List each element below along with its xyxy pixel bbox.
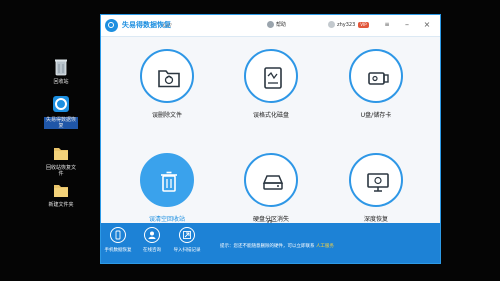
- footer-button-label: 在线咨询: [143, 248, 161, 253]
- footer-notice-text: 提示：您还不能随意删除的硬件，可以立即联系: [220, 244, 315, 249]
- usb-drive-icon: [368, 72, 389, 85]
- desktop-icon-label: 回收站: [53, 79, 69, 85]
- tile-label: 误清空回收站: [148, 216, 185, 223]
- desktop-icon-label: 回收站恢复文件: [45, 165, 76, 177]
- monitor-icon: [367, 173, 389, 192]
- tile-formatted-disk[interactable]: 误格式化磁盘: [232, 49, 310, 119]
- close-button[interactable]: ×: [422, 20, 432, 30]
- desktop-icon-label: 新建文件夹: [48, 202, 74, 208]
- desktop-icon-recovered-files[interactable]: 回收站恢复文件: [44, 143, 78, 177]
- phone-recovery-button[interactable]: 手机数据恢复: [103, 227, 133, 253]
- desktop-icon-label: 失易得数据恢复: [44, 117, 78, 129]
- footer-button-label: 导入扫描记录: [173, 248, 201, 253]
- help-icon: [267, 21, 274, 28]
- footer-icon-ring: [179, 227, 195, 243]
- tile-deep-recovery[interactable]: 深度恢复: [337, 153, 415, 223]
- tile-circle: [244, 153, 298, 207]
- close-icon: ×: [423, 20, 431, 29]
- help-label: 帮助: [276, 22, 287, 28]
- help-button[interactable]: 帮助: [267, 21, 286, 28]
- trash-icon: [161, 171, 177, 192]
- tile-emptied-recycle-bin[interactable]: 误清空回收站: [128, 153, 206, 223]
- tile-circle: [140, 153, 194, 207]
- recycle-bin-icon: [52, 57, 70, 77]
- footer-button-label: 手机数据恢复: [104, 248, 132, 253]
- user-icon: [148, 231, 156, 239]
- tile-usb-card[interactable]: U盘/储存卡: [337, 49, 415, 119]
- minimize-icon: –: [405, 20, 409, 29]
- tile-partition-lost[interactable]: 硬盘分区消失: [232, 153, 310, 223]
- recovery-options: 误删除文件 误格式化磁盘 U盘/储存卡 误清空回收站 硬盘分区消失 深度恢复: [101, 37, 440, 234]
- tile-circle: [349, 153, 403, 207]
- app-logo-icon: [105, 19, 118, 32]
- desktop-icon-recycle-bin[interactable]: 回收站: [44, 57, 78, 85]
- disk-partition-icon: [262, 175, 284, 190]
- folder-icon: [52, 180, 70, 200]
- import-scan-button[interactable]: 导入扫描记录: [172, 227, 202, 253]
- phone-icon: [115, 230, 121, 240]
- user-account[interactable]: zhy323 VIP: [328, 21, 369, 28]
- hard-drive-icon: [264, 67, 282, 89]
- tile-label: U盘/储存卡: [360, 112, 392, 119]
- tile-label: 误格式化磁盘: [252, 112, 289, 119]
- app-version: 6.07: [163, 23, 172, 28]
- tile-deleted-files[interactable]: 误删除文件: [128, 49, 206, 119]
- tile-label: 误删除文件: [151, 112, 182, 119]
- folder-icon: [52, 143, 70, 163]
- avatar-icon: [328, 21, 335, 28]
- human-service-link[interactable]: 人工服务: [316, 244, 334, 249]
- desktop-icon-shiyide[interactable]: 失易得数据恢复: [44, 95, 78, 129]
- app-window: 失易得数据恢复 6.07 帮助 zhy323 VIP ≡ – × 误删除文件 误…: [100, 14, 441, 264]
- tile-label: 深度恢复: [363, 216, 388, 223]
- footer-icon-ring: [144, 227, 160, 243]
- tile-circle: [244, 49, 298, 103]
- title-bar[interactable]: 失易得数据恢复 6.07 帮助 zhy323 VIP ≡ – ×: [101, 15, 440, 37]
- menu-button[interactable]: ≡: [382, 20, 392, 30]
- vip-badge: VIP: [358, 21, 369, 28]
- minimize-button[interactable]: –: [402, 20, 412, 30]
- tile-circle: [349, 49, 403, 103]
- menu-icon: ≡: [384, 21, 390, 28]
- footer-notice: 提示：您还不能随意删除的硬件，可以立即联系 人工服务: [220, 243, 334, 249]
- shiyide-app-icon: [52, 95, 70, 115]
- tile-circle: [140, 49, 194, 103]
- footer-bar: 手机数据恢复 在线咨询 导入扫描记录 提示：您还不能随意删除的硬件，可以立即联系…: [101, 223, 440, 263]
- footer-icon-ring: [110, 227, 126, 243]
- online-consult-button[interactable]: 在线咨询: [137, 227, 167, 253]
- folder-icon: [158, 70, 180, 88]
- user-name: zhy323: [337, 21, 356, 28]
- desktop-icon-new-folder[interactable]: 新建文件夹: [44, 180, 78, 208]
- import-icon: [183, 231, 191, 239]
